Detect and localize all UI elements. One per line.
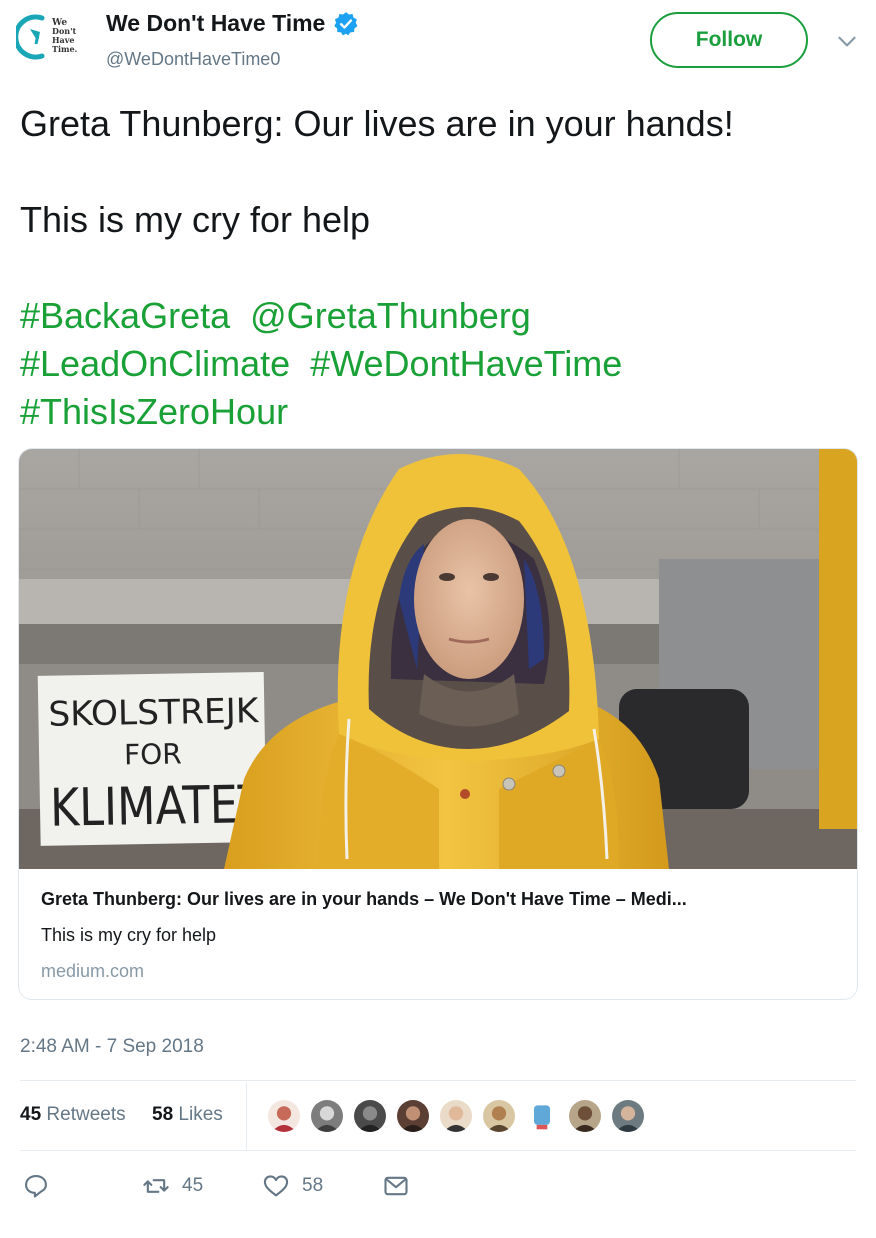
envelope-icon [384, 1176, 408, 1196]
retweet-button[interactable]: 45 [142, 1172, 203, 1200]
tweet-header: We Don't Have Time. We Don't Have Time @… [0, 0, 876, 80]
retweets-count: 45 [20, 1104, 42, 1125]
logo-text-line-4: Time. [52, 44, 78, 54]
liker-avatars [266, 1098, 653, 1136]
reply-button[interactable] [22, 1172, 50, 1200]
liker-avatar[interactable] [438, 1098, 474, 1134]
tweet-actions: 45 58 [0, 1160, 876, 1212]
card-title[interactable]: Greta Thunberg: Our lives are in your ha… [41, 889, 841, 910]
liker-avatar[interactable] [309, 1098, 345, 1134]
sign-text-line-2: FOR [124, 737, 182, 771]
author-handle[interactable]: @WeDontHaveTime0 [106, 49, 280, 70]
verified-badge-icon [334, 11, 358, 35]
mention-link[interactable]: @GretaThunberg [250, 295, 531, 336]
hashtag-block: #BackaGreta @GretaThunberg #LeadOnClimat… [20, 292, 860, 436]
likes-count: 58 [152, 1104, 174, 1125]
liker-avatar[interactable] [395, 1098, 431, 1134]
heart-icon [263, 1175, 289, 1197]
liker-avatar[interactable] [352, 1098, 388, 1134]
likes-label: Likes [178, 1104, 223, 1125]
retweet-icon [143, 1179, 169, 1193]
liker-avatar[interactable] [266, 1098, 302, 1134]
stats-divider [246, 1082, 247, 1150]
hashtag-link[interactable]: #BackaGreta [20, 295, 230, 336]
liker-avatar[interactable] [481, 1098, 517, 1134]
direct-message-button[interactable] [382, 1172, 410, 1200]
chevron-down-icon[interactable] [834, 28, 860, 54]
divider [20, 1080, 856, 1081]
retweet-count: 45 [182, 1175, 204, 1196]
like-count: 58 [302, 1175, 324, 1196]
liker-avatar[interactable] [610, 1098, 646, 1134]
tweet-paragraph-2: This is my cry for help [20, 199, 371, 240]
retweets-label: Retweets [46, 1104, 126, 1125]
hashtag-link[interactable]: #LeadOnClimate [20, 343, 290, 384]
liker-avatar[interactable] [567, 1098, 603, 1134]
hashtag-link[interactable]: #ThisIsZeroHour [20, 391, 288, 432]
engagement-stats: 45 Retweets 58 Likes [0, 1082, 876, 1150]
follow-button[interactable]: Follow [650, 12, 808, 68]
retweets-stat[interactable]: 45 Retweets [20, 1104, 126, 1126]
author-name[interactable]: We Don't Have Time [106, 10, 325, 37]
hashtag-line: #ThisIsZeroHour [20, 388, 860, 436]
divider [20, 1150, 856, 1151]
reply-icon [25, 1175, 47, 1198]
link-preview-card[interactable]: SKOLSTREJK FOR KLIMATET Greta Thunberg: … [18, 448, 858, 1000]
liker-avatar[interactable] [524, 1098, 560, 1134]
sign-text-line-1: SKOLSTREJK [48, 691, 260, 735]
avatar[interactable]: We Don't Have Time. [16, 12, 90, 62]
hashtag-line: #BackaGreta @GretaThunberg [20, 292, 860, 340]
like-button[interactable]: 58 [262, 1172, 323, 1200]
card-domain: medium.com [41, 961, 145, 981]
card-image[interactable]: SKOLSTREJK FOR KLIMATET [19, 449, 858, 869]
tweet-timestamp[interactable]: 2:48 AM - 7 Sep 2018 [20, 1036, 204, 1058]
likes-stat[interactable]: 58 Likes [152, 1104, 223, 1126]
hashtag-line: #LeadOnClimate #WeDontHaveTime [20, 340, 860, 388]
tweet-paragraph-1: Greta Thunberg: Our lives are in your ha… [20, 103, 734, 144]
hashtag-link[interactable]: #WeDontHaveTime [310, 343, 622, 384]
author-name-row[interactable]: We Don't Have Time [106, 10, 359, 37]
card-description: This is my cry for help [41, 925, 217, 945]
